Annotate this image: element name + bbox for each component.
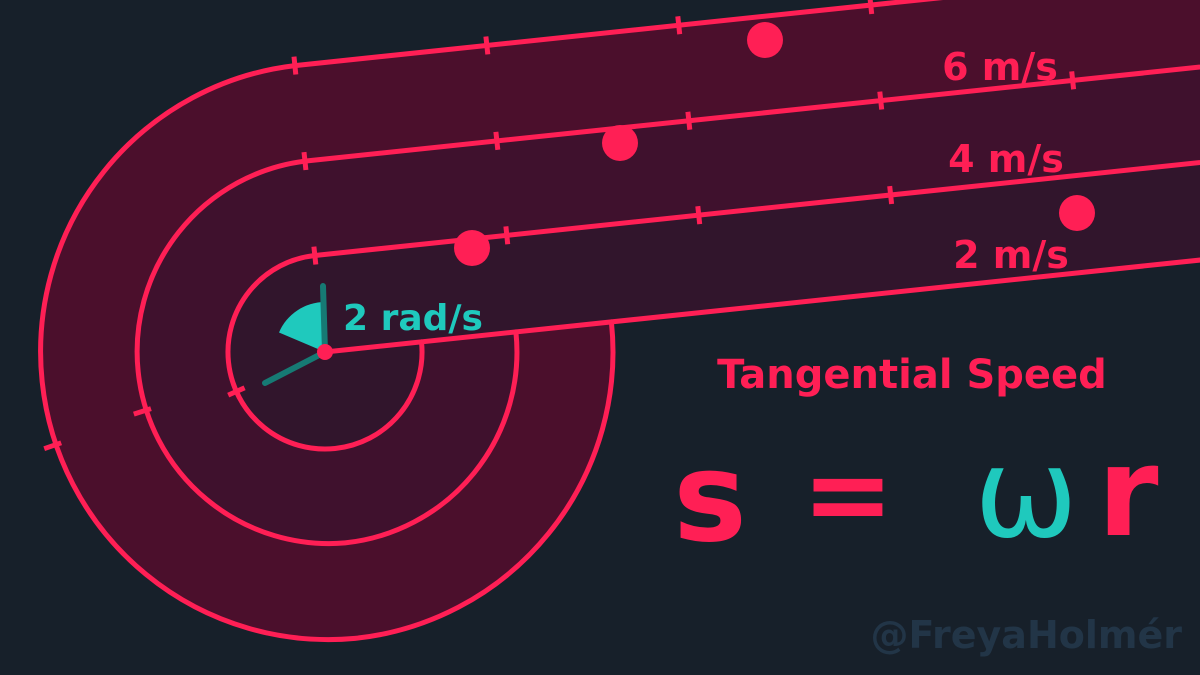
tick-mark <box>483 36 491 55</box>
formula-omega: ω <box>974 422 1078 566</box>
tangential-speed-diagram: 6 m/s 4 m/s 2 m/s 2 rad/s Tangential Spe… <box>38 0 1200 657</box>
tick-mark <box>493 131 501 151</box>
formula-s: s <box>673 426 747 570</box>
speed-label-4: 4 m/s <box>948 137 1064 181</box>
moving-point <box>602 125 638 161</box>
speed-label-6: 6 m/s <box>942 45 1058 89</box>
tick-mark <box>291 56 299 75</box>
tick-mark <box>695 205 703 225</box>
center-point <box>317 344 333 360</box>
tick-mark <box>675 16 683 35</box>
formula-r: r <box>1097 421 1158 565</box>
tick-mark <box>1069 71 1077 90</box>
tick-mark <box>503 226 511 245</box>
tick-mark <box>867 0 875 15</box>
tick-mark <box>685 111 693 130</box>
moving-point <box>1059 195 1095 231</box>
tick-mark <box>301 151 309 171</box>
angular-speed-label: 2 rad/s <box>343 298 483 339</box>
formula-equals: = <box>802 430 894 558</box>
tick-mark <box>877 91 885 110</box>
tick-mark <box>311 246 319 265</box>
moving-point <box>747 22 783 58</box>
tick-mark <box>887 185 895 205</box>
moving-point <box>454 230 490 266</box>
heading: Tangential Speed <box>717 352 1107 398</box>
speed-label-2: 2 m/s <box>953 233 1069 277</box>
watermark: @FreyaHolmér <box>871 613 1183 657</box>
angle-arm-start <box>320 283 328 355</box>
